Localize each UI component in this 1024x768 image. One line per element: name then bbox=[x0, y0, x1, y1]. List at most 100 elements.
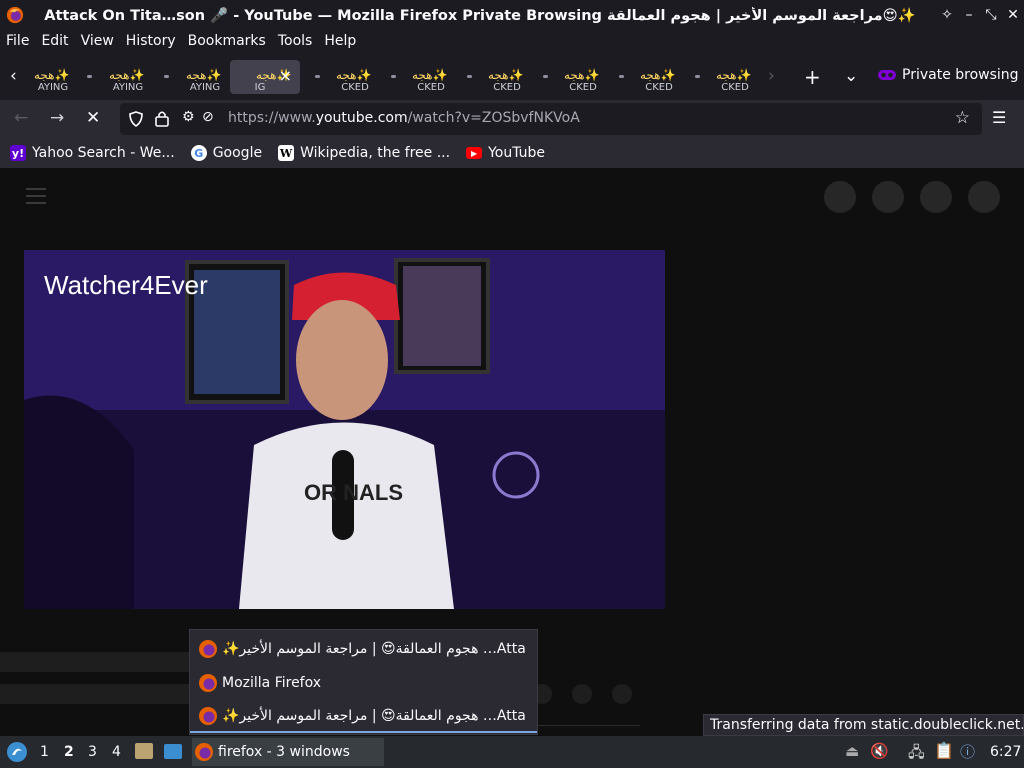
tab-title-prefix: هجه✨ bbox=[640, 68, 676, 82]
video-frame: OR NALS bbox=[24, 250, 665, 609]
tab[interactable]: هجه✨ CKED bbox=[634, 60, 704, 94]
window-list-item[interactable]: Atta… هجوم العمالقة😍 | مراجعة الموسم الأ… bbox=[190, 632, 537, 665]
tab[interactable]: هجه✨ CKED bbox=[558, 60, 628, 94]
menu-tools[interactable]: Tools bbox=[272, 33, 319, 49]
placeholder-bar bbox=[0, 652, 190, 672]
bookmark-google[interactable]: G Google bbox=[190, 145, 263, 161]
bookmark-yahoo[interactable]: y! Yahoo Search - We... bbox=[10, 145, 175, 161]
window-list-item-selected[interactable]: Atta… هجوم العمالقة😍 | مراجعة الموسم الأ… bbox=[190, 700, 537, 733]
tab-title-prefix: هجه✨ bbox=[488, 68, 524, 82]
forward-icon[interactable]: → bbox=[50, 108, 64, 128]
placeholder-circle bbox=[612, 684, 632, 704]
bookmark-label: Yahoo Search - We... bbox=[32, 145, 175, 161]
menu-file[interactable]: File bbox=[0, 33, 35, 49]
bookmark-star-icon[interactable]: ☆ bbox=[955, 108, 970, 128]
tab[interactable]: هجه✨ CKED bbox=[330, 60, 400, 94]
permissions-icon[interactable]: ⚙ bbox=[182, 109, 195, 125]
clipboard-icon[interactable]: 📋 bbox=[934, 741, 954, 760]
tab-title-prefix: هجه✨ bbox=[109, 68, 145, 82]
menu-bar: File Edit View History Bookmarks Tools H… bbox=[0, 30, 1024, 52]
placeholder-circle bbox=[824, 181, 856, 213]
minimize-button[interactable]: – bbox=[958, 7, 980, 23]
menu-help[interactable]: Help bbox=[318, 33, 362, 49]
url-bar[interactable]: ⚙ ⊘ https://www.youtube.com/watch?v=ZOSb… bbox=[120, 103, 982, 135]
show-desktop-icon[interactable] bbox=[164, 744, 182, 759]
tab[interactable]: هجه✨ CKED bbox=[406, 60, 476, 94]
upload-indicator-icon[interactable]: ⏏ bbox=[845, 742, 859, 760]
private-browsing-indicator: Private browsing bbox=[878, 67, 1019, 83]
url-text[interactable]: https://www.youtube.com/watch?v=ZOSbvfNK… bbox=[228, 110, 580, 126]
stop-loading-icon[interactable]: ✕ bbox=[86, 108, 100, 128]
bookmark-label: Google bbox=[212, 145, 263, 161]
firefox-icon bbox=[199, 706, 217, 725]
placeholder-circle bbox=[968, 181, 1000, 213]
private-browsing-label: Private browsing bbox=[902, 67, 1019, 83]
menu-edit[interactable]: Edit bbox=[35, 33, 74, 49]
tab-separator bbox=[619, 75, 624, 78]
placeholder-circle bbox=[572, 684, 592, 704]
bookmark-youtube[interactable]: ▶ YouTube bbox=[466, 145, 545, 161]
tab[interactable]: هجه✨ AYING bbox=[103, 60, 173, 94]
tab-separator bbox=[467, 75, 472, 78]
workspace-1[interactable]: 1 bbox=[40, 744, 49, 760]
notification-icon[interactable]: ⓘ bbox=[960, 741, 975, 762]
tab-label: IG bbox=[254, 82, 266, 93]
bookmark-label: Wikipedia, the free ... bbox=[300, 145, 451, 161]
network-icon[interactable]: 🖧 bbox=[908, 742, 925, 767]
menu-view[interactable]: View bbox=[75, 33, 120, 49]
bookmark-wikipedia[interactable]: W Wikipedia, the free ... bbox=[278, 145, 450, 161]
tab-label: AYING bbox=[189, 82, 221, 93]
workspace-4[interactable]: 4 bbox=[112, 744, 121, 760]
tab[interactable]: هجه✨ CKED bbox=[482, 60, 552, 94]
tab-label: AYING bbox=[112, 82, 144, 93]
bookmarks-toolbar: y! Yahoo Search - We... G Google W Wikip… bbox=[0, 138, 1024, 168]
tab-label: CKED bbox=[493, 82, 521, 93]
clock: 6:27 bbox=[990, 744, 1022, 760]
window-list-item[interactable]: Mozilla Firefox bbox=[190, 666, 537, 699]
tab-label: CKED bbox=[645, 82, 673, 93]
back-icon[interactable]: ← bbox=[14, 108, 28, 128]
tab-scroll-left-icon[interactable]: ‹ bbox=[10, 66, 17, 86]
private-mask-icon bbox=[878, 70, 896, 80]
tracking-protection-shield-icon[interactable] bbox=[128, 111, 144, 127]
file-manager-icon[interactable] bbox=[135, 743, 153, 759]
video-player[interactable]: OR NALS Watcher4Ever bbox=[24, 250, 665, 609]
tab-title-prefix: هجه✨ bbox=[412, 68, 448, 82]
firefox-icon bbox=[199, 673, 217, 692]
workspace-2[interactable]: 2 bbox=[64, 744, 74, 760]
start-menu-icon[interactable] bbox=[6, 741, 28, 763]
autoplay-blocked-icon[interactable]: ⊘ bbox=[202, 109, 214, 125]
tab-label: AYING bbox=[37, 82, 69, 93]
tab-separator bbox=[315, 75, 320, 78]
window-titlebar: Attack On Tita…son 🎤 - YouTube — Mozilla… bbox=[0, 0, 1024, 30]
menu-bookmarks[interactable]: Bookmarks bbox=[182, 33, 272, 49]
volume-muted-icon[interactable]: 🔇 bbox=[870, 742, 889, 760]
guide-menu-icon[interactable] bbox=[26, 188, 46, 204]
restore-button[interactable]: ⤡ bbox=[980, 7, 1002, 23]
lock-icon[interactable] bbox=[155, 110, 169, 127]
placeholder-bar bbox=[0, 684, 190, 704]
list-all-tabs-icon[interactable]: ⌄ bbox=[844, 66, 858, 86]
tab-title-prefix: هجه✨ bbox=[716, 68, 752, 82]
workspace-3[interactable]: 3 bbox=[88, 744, 97, 760]
close-tab-icon[interactable]: × bbox=[279, 66, 292, 85]
taskbar-task-firefox[interactable]: firefox - 3 windows bbox=[192, 738, 384, 766]
close-window-button[interactable]: ✕ bbox=[1002, 7, 1024, 23]
wikipedia-icon: W bbox=[278, 145, 295, 161]
tab-active[interactable]: هجه✨ IG × bbox=[230, 60, 300, 94]
taskbar: 1 2 3 4 firefox - 3 windows ⏏ 🔇 🖧 📋 ⓘ 6:… bbox=[0, 736, 1024, 768]
new-tab-icon[interactable]: + bbox=[804, 65, 821, 89]
status-panel: Transferring data from static.doubleclic… bbox=[703, 714, 1024, 736]
window-list-popup: Atta… هجوم العمالقة😍 | مراجعة الموسم الأ… bbox=[189, 629, 538, 735]
youtube-icon: ▶ bbox=[466, 147, 483, 159]
bookmark-label: YouTube bbox=[488, 145, 546, 161]
divider bbox=[538, 725, 640, 726]
tab-label: CKED bbox=[721, 82, 749, 93]
tab-scroll-right-icon[interactable]: › bbox=[768, 66, 775, 86]
tab-label: CKED bbox=[417, 82, 445, 93]
google-icon: G bbox=[190, 145, 207, 161]
tab-label: CKED bbox=[341, 82, 369, 93]
app-menu-hamburger-icon[interactable]: ☰ bbox=[992, 108, 1006, 127]
menu-history[interactable]: History bbox=[120, 33, 182, 49]
sticky-icon[interactable]: ✧ bbox=[936, 7, 958, 23]
